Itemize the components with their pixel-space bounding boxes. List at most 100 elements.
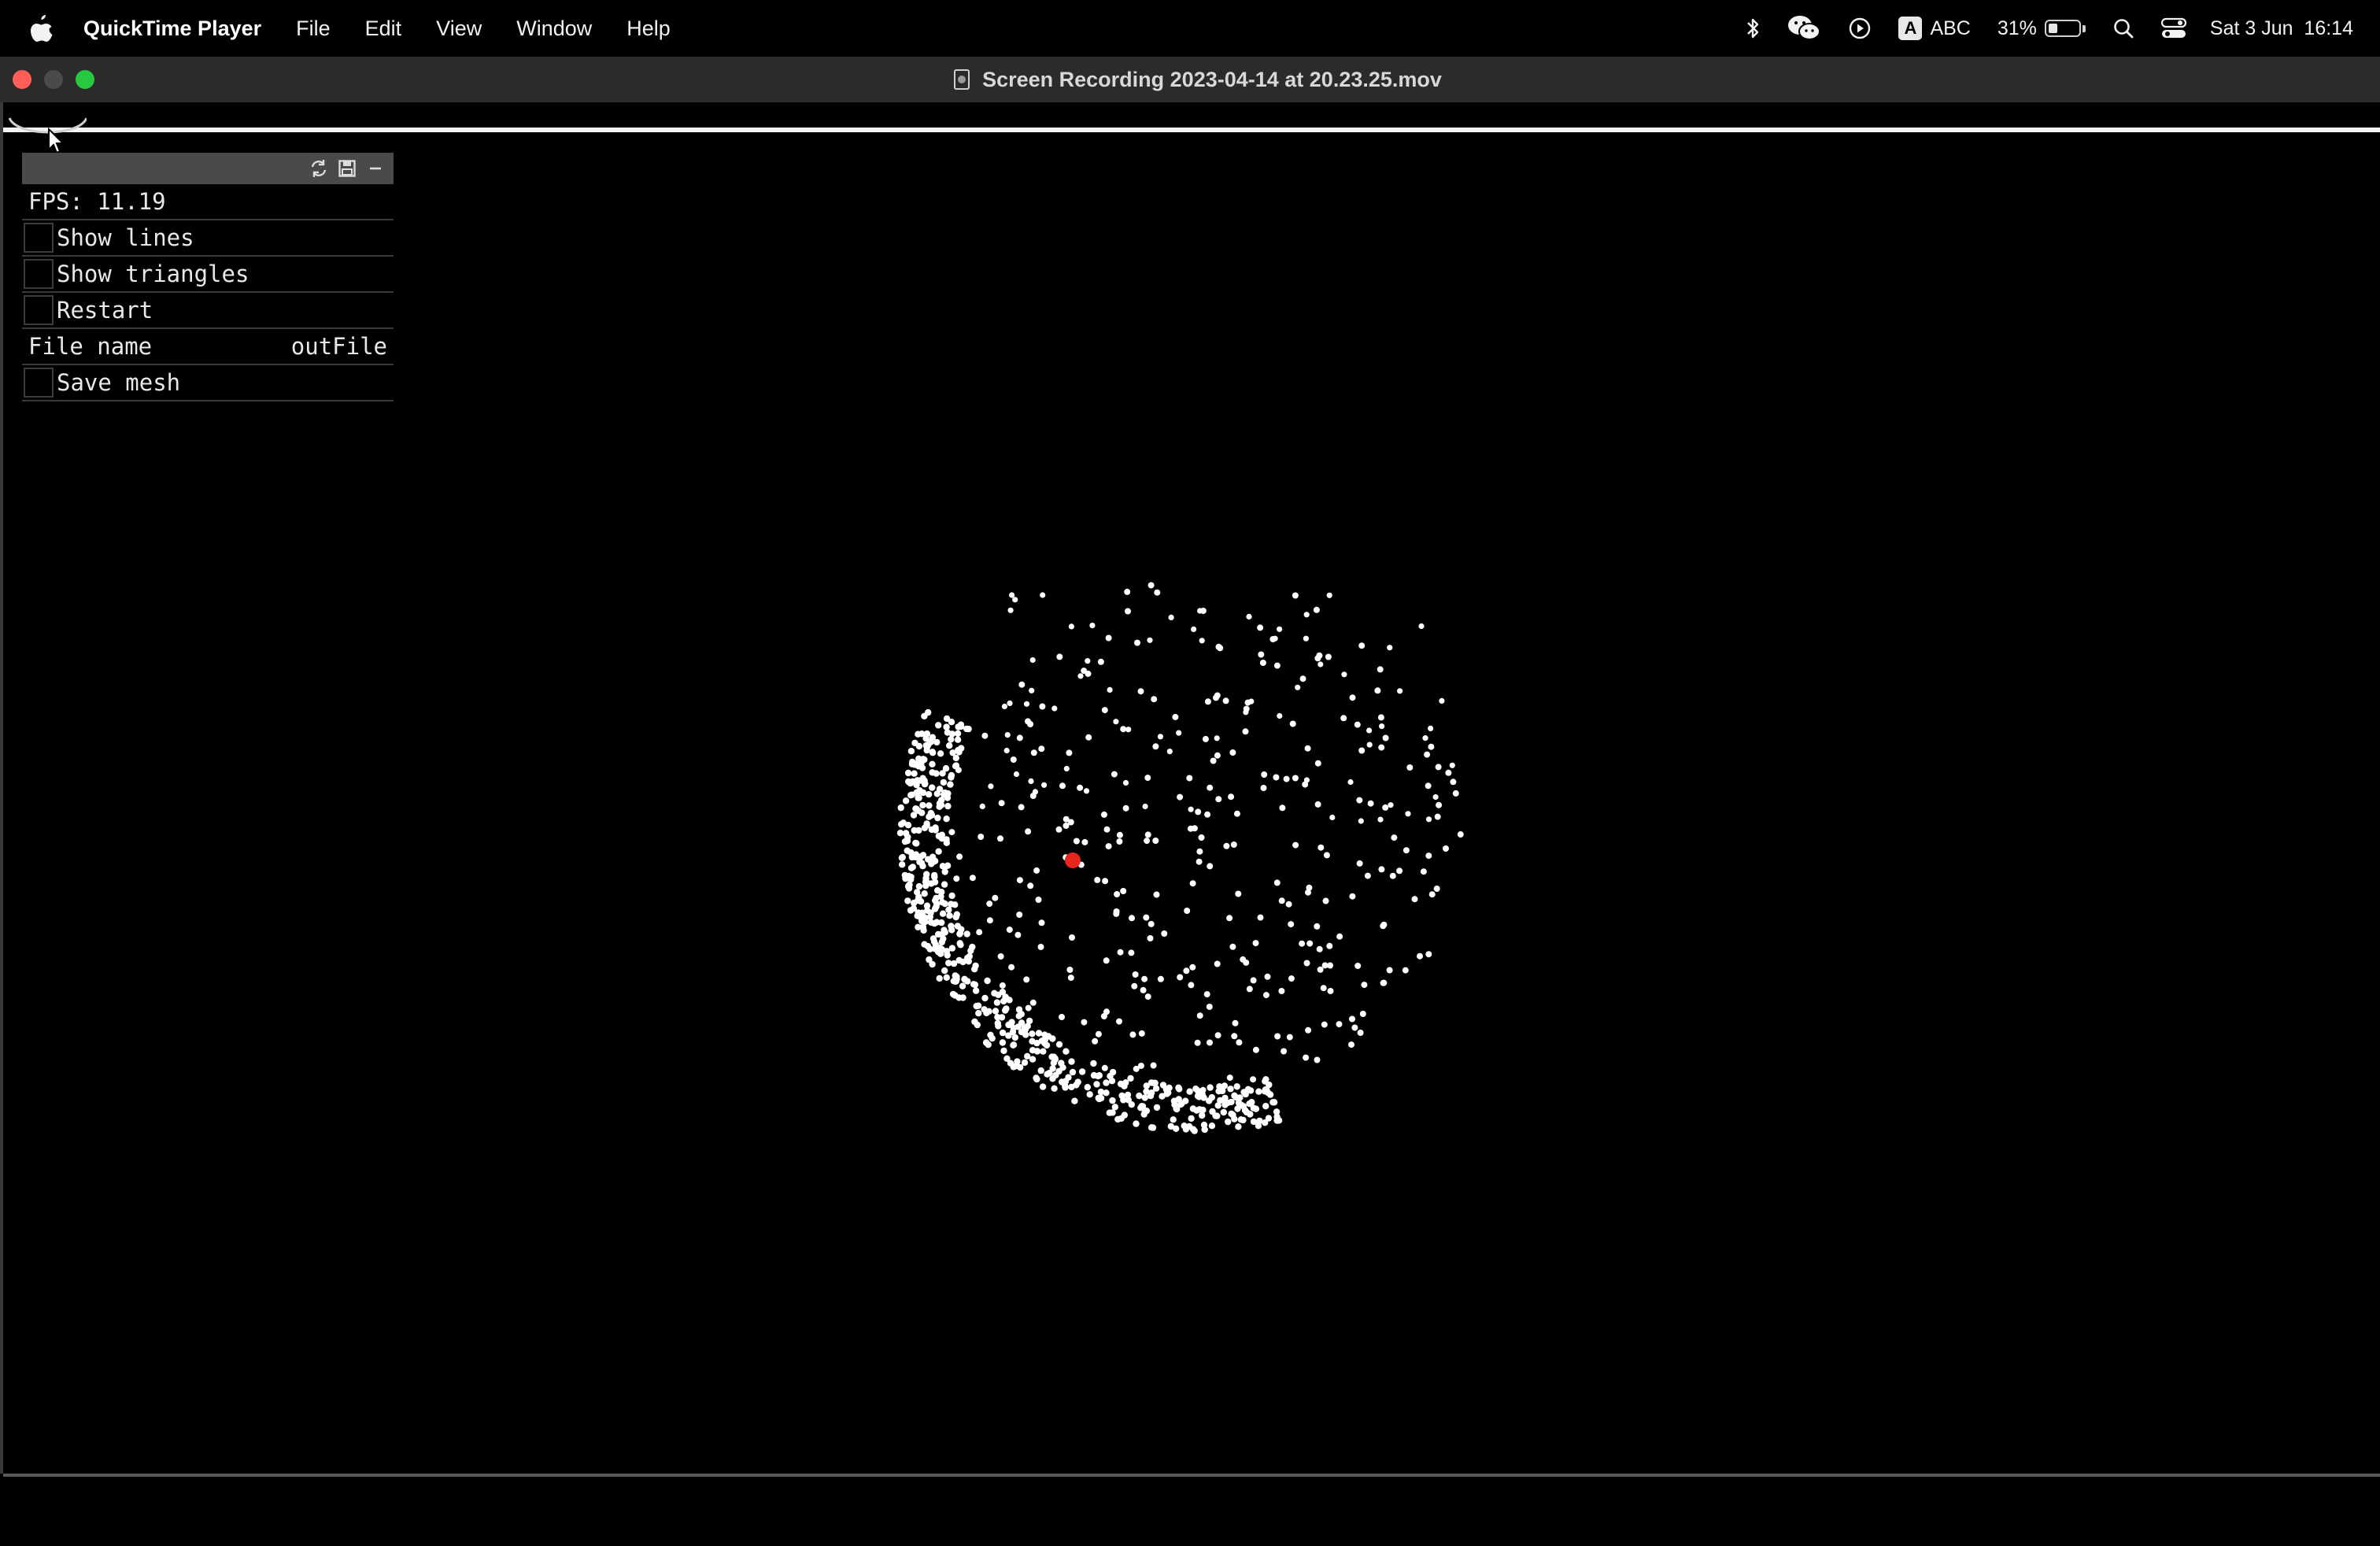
point	[1349, 893, 1356, 900]
point	[1144, 775, 1151, 782]
point	[1377, 666, 1384, 673]
point	[1292, 775, 1299, 782]
point	[1106, 1109, 1114, 1116]
point	[907, 792, 915, 799]
point	[1081, 1019, 1088, 1026]
point	[1266, 1091, 1274, 1098]
point	[1199, 1106, 1207, 1114]
point	[1139, 1103, 1147, 1110]
point	[941, 791, 948, 798]
point	[1207, 1039, 1213, 1046]
point	[930, 858, 937, 865]
point	[1250, 1076, 1257, 1083]
point	[1101, 707, 1108, 714]
point	[1040, 1048, 1047, 1055]
point	[943, 816, 950, 823]
point	[1281, 1048, 1288, 1055]
point	[1148, 920, 1155, 927]
point	[1062, 1048, 1070, 1055]
point	[939, 770, 946, 777]
point	[1195, 808, 1202, 816]
point	[899, 861, 906, 868]
point	[1111, 771, 1118, 778]
point	[1100, 811, 1107, 818]
point	[907, 748, 915, 755]
point	[1016, 912, 1023, 918]
point	[1439, 697, 1445, 705]
point	[1069, 934, 1075, 941]
point	[1377, 714, 1384, 721]
point	[986, 901, 993, 908]
point	[922, 875, 929, 882]
point	[1247, 1111, 1254, 1118]
point	[1085, 658, 1091, 664]
point	[1425, 853, 1432, 860]
point	[1105, 634, 1112, 642]
point	[994, 1019, 1002, 1027]
point	[1165, 1089, 1172, 1097]
point	[1354, 721, 1361, 728]
point	[1199, 1086, 1207, 1093]
point	[1196, 858, 1203, 865]
point	[1067, 975, 1074, 982]
point	[1049, 1075, 1056, 1082]
point	[935, 832, 943, 840]
point	[1204, 698, 1211, 705]
point	[945, 906, 952, 914]
point	[1396, 867, 1403, 875]
point	[1220, 1108, 1228, 1116]
point	[1003, 1055, 1011, 1063]
point	[950, 960, 958, 967]
point	[897, 804, 904, 812]
point	[1198, 834, 1205, 841]
point	[1457, 831, 1464, 838]
point	[902, 830, 910, 837]
point	[1105, 843, 1112, 850]
point	[939, 910, 947, 917]
point	[1033, 1075, 1040, 1083]
point	[1025, 828, 1032, 835]
point	[1055, 1067, 1062, 1075]
point	[1157, 734, 1163, 740]
point	[904, 847, 911, 854]
point	[1029, 999, 1037, 1006]
point	[1243, 709, 1249, 716]
point	[1374, 687, 1381, 694]
point	[1380, 921, 1388, 928]
point	[1144, 831, 1151, 838]
point	[937, 893, 944, 901]
point	[1172, 713, 1179, 720]
point	[1230, 841, 1237, 848]
point	[1252, 940, 1259, 947]
point	[943, 974, 951, 982]
point	[1225, 1118, 1232, 1126]
point	[1103, 1008, 1110, 1015]
point	[1199, 638, 1205, 644]
point	[953, 911, 961, 918]
point	[1027, 721, 1034, 727]
point	[912, 851, 920, 858]
point	[1196, 848, 1203, 855]
point	[1005, 1032, 1012, 1039]
point	[1255, 1088, 1262, 1095]
point	[1043, 1041, 1051, 1049]
point	[1318, 661, 1324, 668]
point	[952, 992, 959, 999]
point	[1191, 825, 1198, 832]
point	[898, 854, 906, 862]
point	[1201, 1126, 1208, 1134]
point	[1196, 1012, 1203, 1019]
point	[1450, 779, 1457, 786]
point	[1208, 1123, 1216, 1130]
point	[985, 1041, 992, 1049]
point	[1142, 803, 1148, 810]
point	[1159, 1082, 1167, 1089]
point	[981, 1006, 988, 1013]
point	[948, 829, 955, 836]
point	[923, 822, 930, 829]
point	[1035, 897, 1042, 903]
point	[1014, 931, 1022, 938]
point	[966, 952, 974, 960]
point	[1327, 988, 1334, 994]
point	[1144, 993, 1151, 1000]
